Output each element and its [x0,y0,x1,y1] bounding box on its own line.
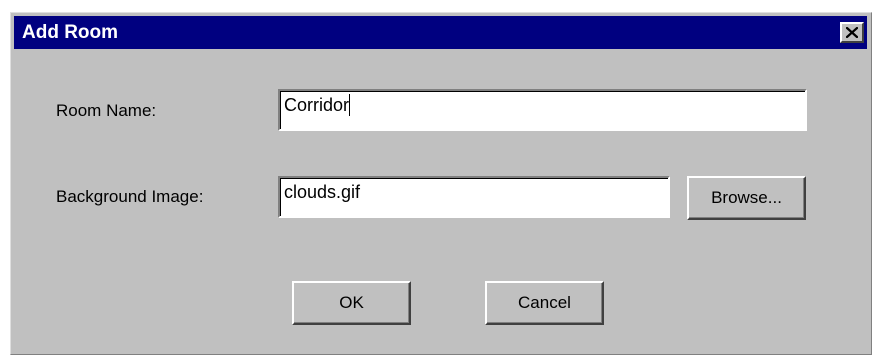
add-room-dialog: Add Room Room Name: Corridor Background … [10,12,872,355]
browse-button-label: Browse... [711,188,782,207]
browse-button[interactable]: Browse... [687,176,806,220]
close-icon [846,27,858,38]
cancel-button-label: Cancel [518,293,571,312]
ok-button-label: OK [339,293,364,312]
background-image-input[interactable]: clouds.gif [278,176,670,218]
room-name-value: Corridor [284,95,350,115]
title-bar[interactable]: Add Room [14,16,867,49]
background-image-value: clouds.gif [284,182,361,202]
ok-button[interactable]: OK [292,281,411,325]
close-button[interactable] [840,22,864,43]
cancel-button[interactable]: Cancel [485,281,604,325]
text-caret [349,94,351,116]
room-name-input[interactable]: Corridor [278,89,807,131]
room-name-label: Room Name: [56,101,157,120]
dialog-title: Add Room [22,22,119,43]
background-image-label: Background Image: [56,187,204,206]
